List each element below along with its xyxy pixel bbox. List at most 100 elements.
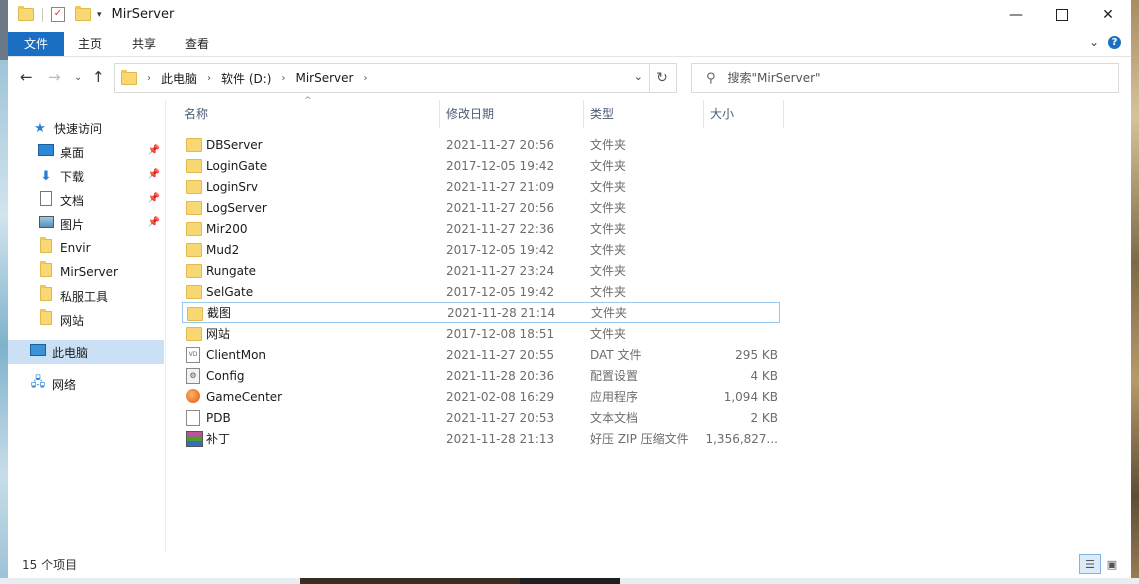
- table-row[interactable]: DBServer 2021-11-27 20:56 文件夹: [182, 134, 780, 155]
- folder-icon: [38, 309, 54, 329]
- sidebar-item-quick-access[interactable]: ★ 快速访问: [8, 116, 164, 140]
- tab-view[interactable]: 查看: [179, 32, 215, 56]
- sidebar-item-this-pc[interactable]: 此电脑: [8, 340, 164, 364]
- table-row[interactable]: Rungate 2021-11-27 23:24 文件夹: [182, 260, 780, 281]
- folder-icon: [121, 69, 137, 85]
- table-row[interactable]: LoginGate 2017-12-05 19:42 文件夹: [182, 155, 780, 176]
- sidebar-item-mirserver[interactable]: MirServer: [8, 260, 164, 284]
- file-type: 文件夹: [590, 159, 627, 173]
- file-name: Rungate: [206, 263, 257, 278]
- desktop-background-right: [1131, 0, 1139, 584]
- file-date: 2021-11-28 21:13: [446, 431, 555, 446]
- breadcrumb-separator[interactable]: ›: [363, 73, 367, 84]
- breadcrumb-separator[interactable]: ›: [147, 73, 151, 84]
- table-row[interactable]: 补丁 2021-11-28 21:13 好压 ZIP 压缩文件 1,356,827..…: [182, 428, 780, 449]
- file-size: 295 KB: [735, 347, 778, 362]
- tab-home[interactable]: 主页: [72, 32, 108, 56]
- sidebar-item-documents[interactable]: 文档 📌: [8, 188, 164, 212]
- sidebar-item-envir[interactable]: Envir: [8, 236, 164, 260]
- column-header-name[interactable]: 名称: [184, 100, 434, 128]
- file-name: LogServer: [206, 200, 267, 215]
- pin-icon[interactable]: 📌: [148, 217, 160, 228]
- file-type: 文本文档: [590, 411, 639, 425]
- tab-file[interactable]: 文件: [8, 32, 64, 56]
- column-divider[interactable]: [439, 100, 440, 128]
- properties-icon[interactable]: ✓: [51, 7, 65, 22]
- breadcrumb-separator[interactable]: ›: [207, 73, 211, 84]
- file-type: 文件夹: [590, 285, 627, 299]
- large-icons-view-button[interactable]: ▣: [1101, 554, 1123, 574]
- table-row[interactable]: PDB 2021-11-27 20:53 文本文档 2 KB: [182, 407, 780, 428]
- file-date: 2021-11-27 20:56: [446, 200, 555, 215]
- navigation-bar: ← → ⌄ ↑ › 此电脑 › 软件 (D:) › MirServer › ⌄ …: [8, 62, 1131, 94]
- sidebar-item-label: 网站: [60, 313, 85, 328]
- sidebar-item-network[interactable]: 🖧 网络: [8, 372, 164, 396]
- close-button[interactable]: ✕: [1085, 0, 1131, 30]
- sidebar-item-label: 此电脑: [52, 345, 89, 360]
- sidebar-item-pictures[interactable]: 图片 📌: [8, 212, 164, 236]
- sidebar-item-label: 下载: [60, 169, 85, 184]
- download-icon: ⬇: [40, 168, 52, 184]
- sidebar-item-label: 文档: [60, 193, 85, 208]
- up-arrow-icon[interactable]: ↑: [92, 68, 105, 86]
- table-row[interactable]: GameCenter 2021-02-08 16:29 应用程序 1,094 KB: [182, 386, 780, 407]
- tab-share[interactable]: 共享: [126, 32, 162, 56]
- table-row[interactable]: ⚙ Config 2021-11-28 20:36 配置设置 4 KB: [182, 365, 780, 386]
- file-name: Mir200: [206, 221, 248, 236]
- column-divider[interactable]: [703, 100, 704, 128]
- table-row[interactable]: Mir200 2021-11-27 22:36 文件夹: [182, 218, 780, 239]
- breadcrumb-separator[interactable]: ›: [281, 73, 285, 84]
- table-row[interactable]: VD ClientMon 2021-11-27 20:55 DAT 文件 295 KB: [182, 344, 780, 365]
- table-row[interactable]: Mud2 2017-12-05 19:42 文件夹: [182, 239, 780, 260]
- explorer-window: ✓ ▾ MirServer — ✕ 文件 主页 共享 查看 ⌄ ? ← → ⌄ …: [8, 0, 1131, 578]
- search-box[interactable]: ⚲: [691, 63, 1119, 93]
- column-divider[interactable]: [783, 100, 784, 128]
- folder-icon: [186, 138, 202, 152]
- column-header-date[interactable]: 修改日期: [446, 100, 576, 128]
- refresh-button[interactable]: ↻: [648, 63, 677, 93]
- column-header-type[interactable]: 类型: [590, 100, 700, 128]
- chevron-down-icon[interactable]: ⌄: [634, 70, 643, 83]
- minimize-button[interactable]: —: [993, 0, 1039, 30]
- table-row[interactable]: 网站 2017-12-08 18:51 文件夹: [182, 323, 780, 344]
- sidebar-item-downloads[interactable]: ⬇ 下载 📌: [8, 164, 164, 188]
- breadcrumb-this-pc[interactable]: 此电脑: [161, 70, 197, 87]
- pin-icon[interactable]: 📌: [148, 145, 160, 156]
- column-divider[interactable]: [583, 100, 584, 128]
- sidebar-item-desktop[interactable]: 桌面 📌: [8, 140, 164, 164]
- address-bar[interactable]: › 此电脑 › 软件 (D:) › MirServer › ⌄: [114, 63, 650, 93]
- breadcrumb-drive-d[interactable]: 软件 (D:): [221, 70, 271, 87]
- file-name: Mud2: [206, 242, 240, 257]
- app-icon: [186, 389, 200, 403]
- recent-locations-icon[interactable]: ⌄: [74, 72, 82, 83]
- ribbon-tabs: 文件 主页 共享 查看 ⌄ ?: [8, 30, 1131, 57]
- table-row[interactable]: LogServer 2021-11-27 20:56 文件夹: [182, 197, 780, 218]
- back-arrow-icon[interactable]: ←: [20, 68, 33, 86]
- table-row[interactable]: 截图 2021-11-28 21:14 文件夹: [182, 302, 780, 323]
- pin-icon[interactable]: 📌: [148, 169, 160, 180]
- table-row[interactable]: LoginSrv 2021-11-27 21:09 文件夹: [182, 176, 780, 197]
- file-size: 1,356,827...: [705, 431, 778, 446]
- folder-icon: [38, 237, 54, 257]
- pane-divider[interactable]: [165, 100, 166, 552]
- chevron-down-icon[interactable]: ⌄: [1089, 35, 1099, 49]
- pin-icon[interactable]: 📌: [148, 193, 160, 204]
- dat-file-icon: VD: [186, 347, 200, 363]
- details-view-icon: ☰: [1085, 557, 1095, 571]
- file-type: 文件夹: [590, 327, 627, 341]
- breadcrumb-mirserver[interactable]: MirServer: [295, 71, 353, 85]
- table-row[interactable]: SelGate 2017-12-05 19:42 文件夹: [182, 281, 780, 302]
- sidebar-item-website[interactable]: 网站: [8, 308, 164, 332]
- details-view-button[interactable]: ☰: [1079, 554, 1101, 574]
- sidebar-item-private-tools[interactable]: 私服工具: [8, 284, 164, 308]
- forward-arrow-icon[interactable]: →: [48, 68, 61, 86]
- column-header-size[interactable]: 大小: [710, 100, 780, 128]
- file-type: 文件夹: [590, 201, 627, 215]
- search-input[interactable]: [725, 70, 1090, 86]
- folder-icon: [187, 307, 203, 321]
- help-icon[interactable]: ?: [1108, 36, 1121, 49]
- close-icon: ✕: [1102, 7, 1114, 23]
- maximize-button[interactable]: [1039, 0, 1085, 30]
- customize-toolbar-icon[interactable]: ▾: [97, 10, 102, 20]
- new-folder-icon[interactable]: [75, 6, 91, 21]
